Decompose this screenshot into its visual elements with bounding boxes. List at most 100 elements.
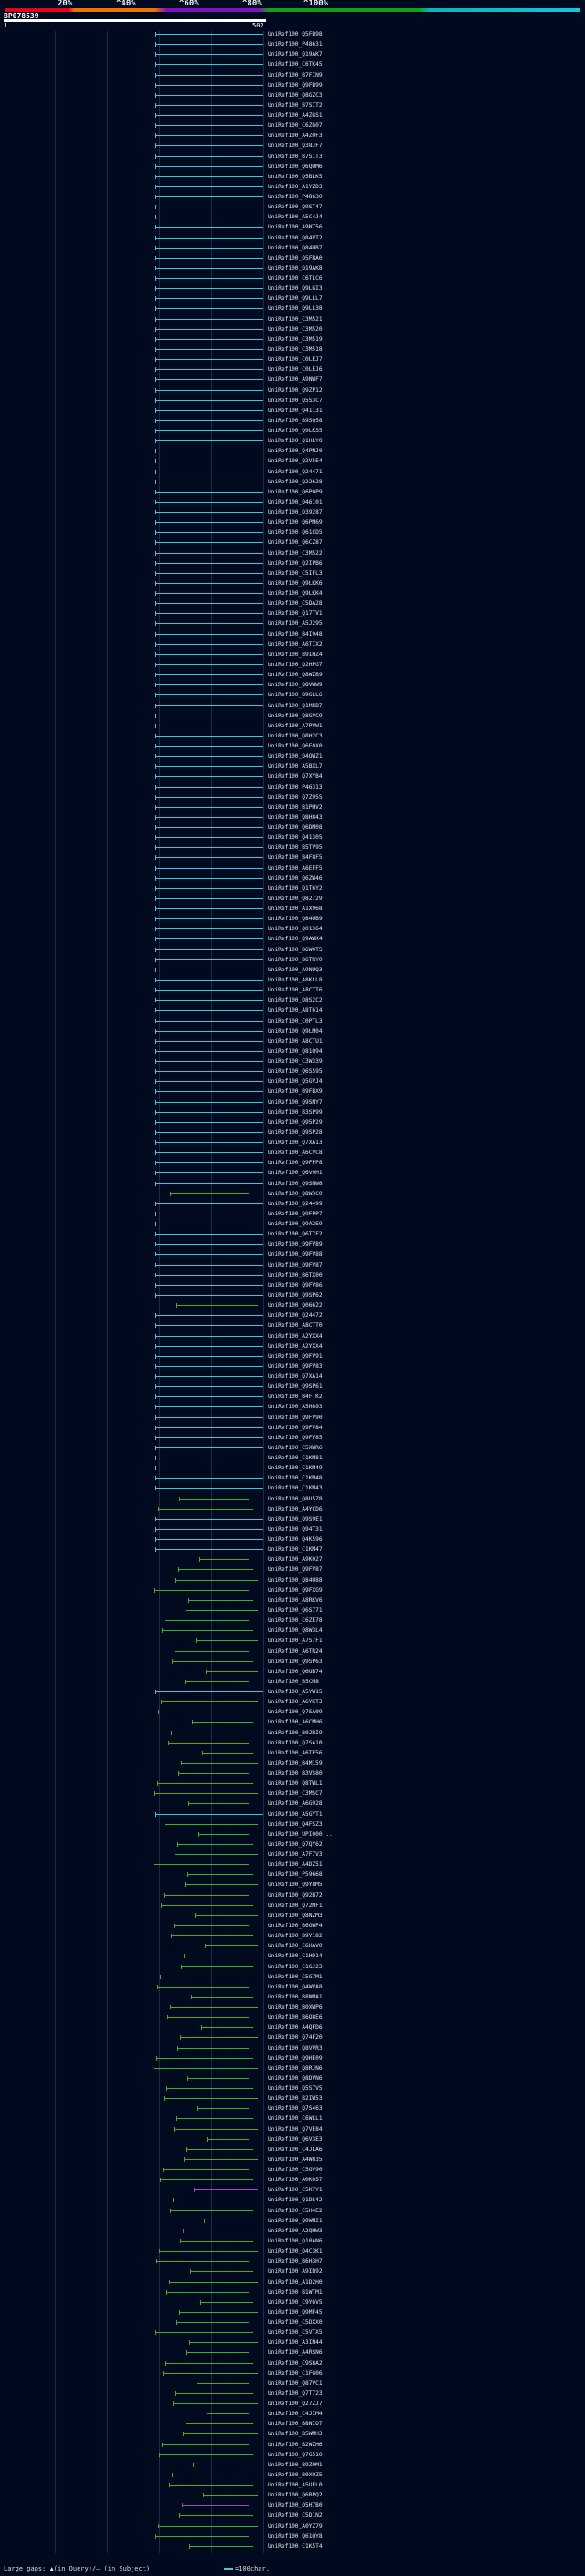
hit-label[interactable]: UniRef100_B5WMH3 [268, 2431, 323, 2437]
hit-label[interactable]: UniRef100_Q9LGI3 [268, 285, 323, 292]
hit-label[interactable]: UniRef100_Q01364 [268, 926, 323, 932]
hit-label[interactable]: UniRef100_A6CMH6 [268, 1719, 323, 1725]
hit-label[interactable]: UniRef100_Q9LL38 [268, 305, 323, 312]
hit-label[interactable]: UniRef100_Q9SNY7 [268, 1099, 323, 1106]
hit-label[interactable]: UniRef100_C6WLL1 [268, 2115, 323, 2122]
hit-label[interactable]: UniRef100_Q6BPQ2 [268, 2492, 323, 2498]
hit-label[interactable]: UniRef100_B9Z0M1 [268, 2462, 323, 2468]
hit-label[interactable]: UniRef100_Q24499 [268, 1201, 323, 1207]
hit-label[interactable]: UniRef100_B3VS80 [268, 1770, 323, 1776]
hit-label[interactable]: UniRef100_Q9FV83 [268, 1363, 323, 1370]
hit-label[interactable]: UniRef100_A6G928 [268, 1800, 323, 1807]
hit-label[interactable]: UniRef100_A8RKV6 [268, 1597, 323, 1604]
hit-label[interactable]: UniRef100_Q9FB99 [268, 82, 323, 89]
hit-label[interactable]: UniRef100_Q6ZW46 [268, 875, 323, 882]
hit-label[interactable]: UniRef100_A2YXX4 [268, 1333, 323, 1340]
hit-label[interactable]: UniRef100_Q39287 [268, 509, 323, 515]
hit-label[interactable]: UniRef100_C1HD14 [268, 1953, 323, 1959]
hit-label[interactable]: UniRef100_Q27ZJ7 [268, 2401, 323, 2407]
hit-label[interactable]: UniRef100_Q4PNJ0 [268, 448, 323, 454]
hit-label[interactable]: UniRef100_Q94T31 [268, 1526, 323, 1532]
hit-label[interactable]: UniRef100_B0JRI9 [268, 1730, 323, 1736]
hit-label[interactable]: UniRef100_Q7T723 [268, 2390, 323, 2397]
hit-label[interactable]: UniRef100_C1FG06 [268, 2370, 323, 2377]
hit-label[interactable]: UniRef100_B2WZH6 [268, 2442, 323, 2448]
hit-label[interactable]: UniRef100_Q4FSZ3 [268, 1821, 323, 1828]
hit-label[interactable]: UniRef100_Q5BLK5 [268, 174, 323, 180]
hit-label[interactable]: UniRef100_Q61CD5 [268, 529, 323, 535]
hit-label[interactable]: UniRef100_A5C4J4 [268, 214, 323, 220]
hit-label[interactable]: UniRef100_A9NT56 [268, 224, 323, 230]
hit-label[interactable]: UniRef100_Q6P0P9 [268, 489, 323, 495]
hit-label[interactable]: UniRef100_Q46101 [268, 499, 323, 505]
hit-label[interactable]: UniRef100_A6TR24 [268, 1648, 323, 1655]
hit-label[interactable]: UniRef100_B1PHV2 [268, 804, 323, 811]
hit-label[interactable]: UniRef100_B0X9Z5 [268, 2472, 323, 2478]
hit-label[interactable]: UniRef100_Q9LKK4 [268, 590, 323, 597]
hit-label[interactable]: UniRef100_Q9AWK4 [268, 936, 323, 942]
hit-label[interactable]: UniRef100_A2YXX4 [268, 1343, 323, 1350]
hit-label[interactable]: UniRef100_A3IN44 [268, 2339, 323, 2346]
hit-label[interactable]: UniRef100_B5TV95 [268, 844, 323, 851]
hit-label[interactable]: UniRef100_Q84U88 [268, 1577, 323, 1584]
hit-label[interactable]: UniRef100_Q82729 [268, 896, 323, 902]
hit-label[interactable]: UniRef100_Q9ST47 [268, 204, 323, 210]
hit-label[interactable]: UniRef100_Q6S595 [268, 1068, 323, 1075]
hit-label[interactable]: UniRef100_B6Q8E6 [268, 2014, 323, 2020]
hit-label[interactable]: UniRef100_C5G7M1 [268, 1974, 323, 1980]
hit-label[interactable]: UniRef100_Q8GZC3 [268, 92, 323, 99]
hit-label[interactable]: UniRef100_B6H3H7 [268, 2258, 323, 2264]
hit-label[interactable]: UniRef100_B1WTM1 [268, 2289, 323, 2295]
hit-label[interactable]: UniRef100_A8CTU1 [268, 1038, 323, 1044]
hit-label[interactable]: UniRef100_A5YW15 [268, 1689, 323, 1695]
hit-label[interactable]: UniRef100_Q5GVJ4 [268, 1078, 323, 1085]
hit-label[interactable]: UniRef100_Q95P29 [268, 1119, 323, 1126]
hit-label[interactable]: UniRef100_Q4K596 [268, 1536, 323, 1542]
hit-label[interactable]: UniRef100_Q9FV84 [268, 1425, 323, 1431]
hit-label[interactable]: UniRef100_Q8GVC9 [268, 713, 323, 719]
hit-label[interactable]: UniRef100_C0LEJ6 [268, 366, 323, 373]
hit-label[interactable]: UniRef100_Q9Y8M5 [268, 1882, 323, 1888]
hit-label[interactable]: UniRef100_Q7QY62 [268, 1841, 323, 1848]
hit-label[interactable]: UniRef100_Q2HPG7 [268, 662, 323, 668]
hit-label[interactable]: UniRef100_C1GJ23 [268, 1964, 323, 1970]
hit-label[interactable]: UniRef100_Q9SP62 [268, 1292, 323, 1299]
hit-label[interactable]: UniRef100_Q9FPP7 [268, 1211, 323, 1217]
hit-label[interactable]: UniRef100_Q6S771 [268, 1607, 323, 1614]
hit-label[interactable]: UniRef100_Q6QUM6 [268, 164, 323, 170]
hit-label[interactable]: UniRef100_Q6E0X0 [268, 743, 323, 749]
hit-label[interactable]: UniRef100_Q92B72 [268, 1892, 323, 1899]
hit-label[interactable]: UniRef100_A5BXL7 [268, 763, 323, 769]
hit-label[interactable]: UniRef100_Q9FV88 [268, 1251, 323, 1257]
hit-label[interactable]: UniRef100_Q8VVR3 [268, 2045, 323, 2051]
hit-label[interactable]: UniRef100_Q1DS42 [268, 2197, 323, 2203]
hit-label[interactable]: UniRef100_A9NUQ3 [268, 967, 323, 973]
hit-label[interactable]: UniRef100_Q17TV1 [268, 610, 323, 617]
hit-label[interactable]: UniRef100_C4JIM4 [268, 2411, 323, 2417]
hit-label[interactable]: UniRef100_Q1MXB7 [268, 703, 323, 709]
hit-label[interactable]: UniRef100_Q9FV87 [268, 1566, 323, 1573]
hit-label[interactable]: UniRef100_C0PTL3 [268, 1018, 323, 1024]
hit-label[interactable]: UniRef100_Q9MF45 [268, 2309, 323, 2316]
hit-label[interactable]: UniRef100_Q9HE09 [268, 2055, 323, 2062]
hit-label[interactable]: UniRef100_Q74F20 [268, 2034, 323, 2041]
hit-label[interactable]: UniRef100_B7SIT2 [268, 102, 323, 109]
hit-label[interactable]: UniRef100_C1KM49 [268, 1465, 323, 1471]
hit-label[interactable]: UniRef100_Q9SNW8 [268, 1181, 323, 1187]
hit-label[interactable]: UniRef100_Q8H843 [268, 814, 323, 821]
hit-label[interactable]: UniRef100_Q41131 [268, 408, 323, 414]
hit-label[interactable]: UniRef100_Q6V3E3 [268, 2136, 323, 2143]
hit-label[interactable]: UniRef100_B4M159 [268, 1760, 323, 1766]
hit-label[interactable]: UniRef100_Q6V9H1 [268, 1170, 323, 1176]
hit-label[interactable]: UniRef100_Q2V5E4 [268, 458, 323, 464]
hit-label[interactable]: UniRef100_A8CTT6 [268, 987, 323, 993]
hit-label[interactable]: UniRef100_Q5S7V5 [268, 2085, 323, 2092]
hit-label[interactable]: UniRef100_B6W0T5 [268, 947, 323, 953]
hit-label[interactable]: UniRef100_B4I948 [268, 631, 323, 638]
hit-label[interactable]: UniRef100_A5H893 [268, 1404, 323, 1410]
hit-label[interactable]: UniRef100_C6TLC6 [268, 275, 323, 281]
hit-label[interactable]: UniRef100_A5UFL0 [268, 2482, 323, 2488]
hit-label[interactable]: UniRef100_Q19AK8 [268, 265, 323, 271]
hit-label[interactable]: UniRef100_B4F8F5 [268, 854, 323, 861]
hit-label[interactable]: UniRef100_B9GLL6 [268, 692, 323, 698]
